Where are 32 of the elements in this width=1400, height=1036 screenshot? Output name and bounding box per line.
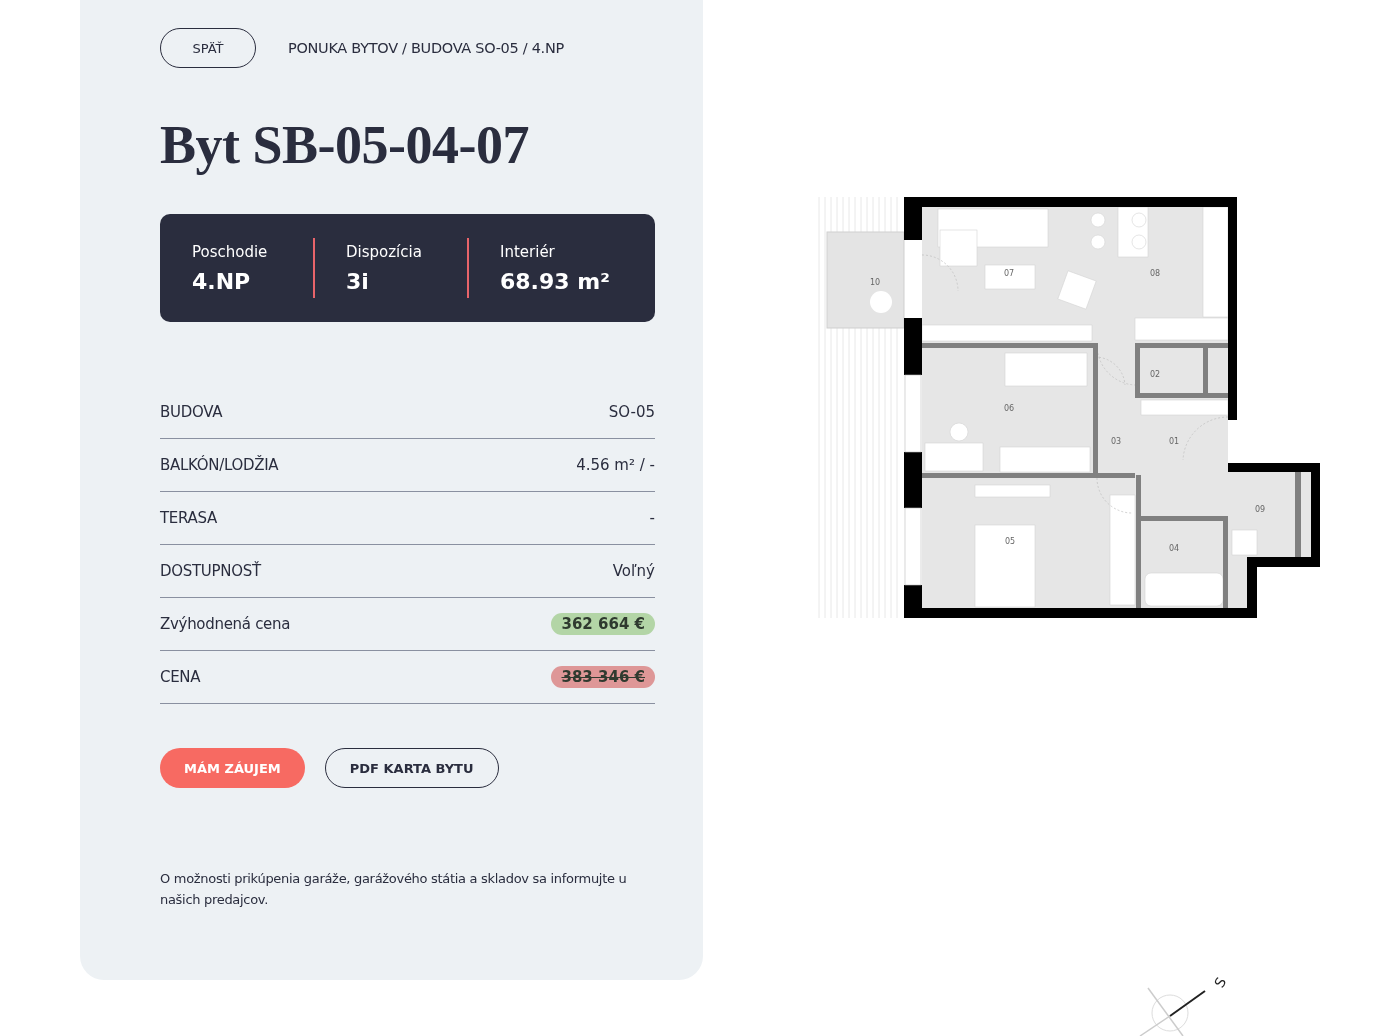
detail-label: BALKÓN/LODŽIA bbox=[160, 456, 279, 474]
stat-label: Poschodie bbox=[192, 242, 269, 261]
detail-label: TERASA bbox=[160, 509, 217, 527]
room-number: 05 bbox=[1004, 537, 1016, 546]
stat-value: 4.NP bbox=[192, 268, 252, 294]
price-badge: 362 664 € bbox=[551, 613, 655, 635]
room-number: 07 bbox=[1003, 269, 1015, 278]
detail-label: DOSTUPNOSŤ bbox=[160, 562, 261, 580]
compass-label: S bbox=[1211, 974, 1230, 991]
detail-label: BUDOVA bbox=[160, 403, 223, 421]
breadcrumb: PONUKA BYTOV / BUDOVA SO-05 / 4.NP bbox=[288, 40, 564, 56]
detail-value: 4.56 m² / - bbox=[576, 456, 655, 474]
price-badge: 383 346 € bbox=[551, 666, 655, 688]
room-number: 03 bbox=[1110, 437, 1122, 446]
stat-label: Interiér bbox=[500, 242, 556, 261]
room-number: 09 bbox=[1254, 505, 1266, 514]
room-number: 08 bbox=[1149, 269, 1161, 278]
room-number: 04 bbox=[1168, 544, 1180, 553]
stat-value: 3i bbox=[346, 268, 370, 294]
room-number: 06 bbox=[1003, 404, 1015, 413]
detail-value: SO-05 bbox=[608, 403, 655, 421]
room-number: 10 bbox=[869, 278, 881, 287]
detail-value: Voľný bbox=[612, 562, 655, 580]
compass-drawing bbox=[1139, 987, 1206, 1036]
detail-label: Zvýhodnená cena bbox=[160, 615, 291, 633]
room-number: 01 bbox=[1168, 437, 1180, 446]
note-text: O možnosti prikúpenia garáže, garážového státia a skladov sa informujte u našich predajcov. bbox=[160, 870, 628, 909]
stat-label: Dispozícia bbox=[346, 242, 423, 261]
detail-value: - bbox=[649, 509, 655, 527]
room-number: 02 bbox=[1149, 370, 1161, 379]
stat-value: 68.93 m² bbox=[500, 268, 611, 294]
detail-label: CENA bbox=[160, 668, 201, 686]
